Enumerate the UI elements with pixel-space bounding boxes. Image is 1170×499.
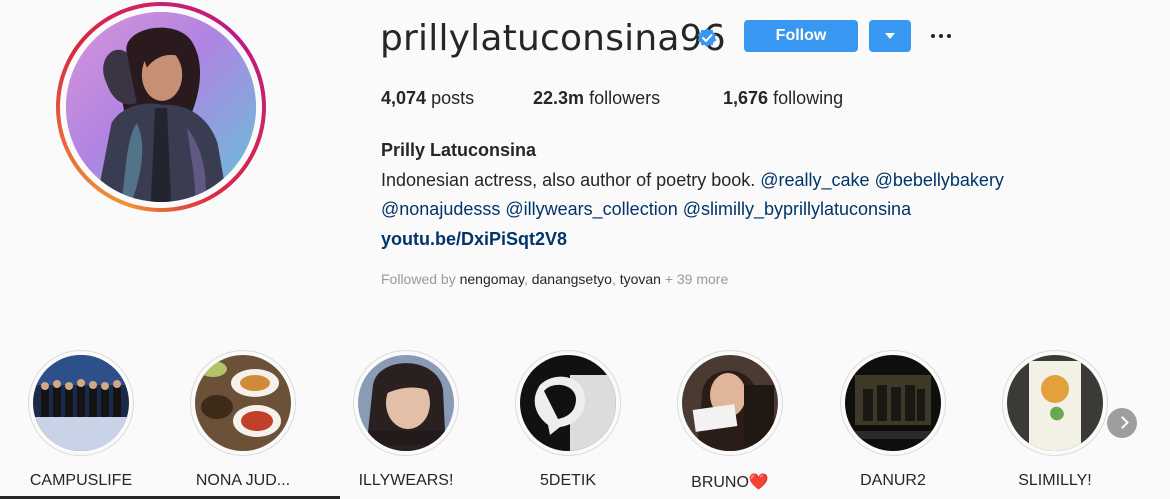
verified-badge-icon [697, 28, 717, 48]
highlight-thumbnail [845, 355, 941, 451]
highlight-ring [677, 350, 783, 456]
follower-link[interactable]: tyovan [620, 271, 661, 287]
heart-icon: ❤️ [748, 474, 769, 491]
mention-link[interactable]: @illywears_collection [505, 199, 677, 219]
highlight-label: ILLYWEARS! [358, 472, 454, 489]
profile-full-name: Prilly Latuconsina [381, 140, 537, 160]
mention-link[interactable]: @slimilly_byprillylatuconsina [683, 199, 911, 219]
follower-link[interactable]: nengomay [460, 271, 524, 287]
website-link[interactable]: youtu.be/DxiPiSqt2V8 [381, 229, 567, 250]
followers-number: 22.3m [533, 88, 585, 108]
mention-link[interactable]: @really_cake [760, 170, 869, 190]
highlight-thumbnail [33, 355, 129, 451]
highlight-ring [190, 350, 296, 456]
avatar-image [66, 12, 256, 202]
highlight-label: SLIMILLY! [1018, 472, 1092, 489]
mention-link[interactable]: @nonajudesss [381, 199, 500, 219]
highlight-label: DANUR2 [860, 472, 926, 489]
avatar-border [60, 6, 262, 208]
highlight-ring [353, 350, 459, 456]
highlight-label: 5DETIK [539, 472, 596, 489]
profile-avatar[interactable] [56, 2, 266, 212]
profile-username: prillylatuconsina96 [380, 18, 726, 59]
highlight-label: BRUNO❤️ [663, 472, 797, 492]
highlight-thumbnail [682, 355, 778, 451]
highlight-thumbnail [195, 355, 291, 451]
chevron-right-icon[interactable] [1107, 408, 1137, 438]
follow-button[interactable]: Follow [744, 20, 858, 52]
ellipsis-icon[interactable] [929, 24, 953, 48]
posts-count: 4,074 posts [381, 88, 474, 109]
mention-link[interactable]: @bebellybakery [875, 170, 1004, 190]
bio-text: Indonesian actress, also author of poetr… [381, 170, 756, 190]
highlight-label-text: BRUNO [691, 474, 749, 491]
dot [939, 34, 943, 38]
bio-line-2: @nonajudesss @illywears_collection @slim… [381, 199, 911, 220]
following-number: 1,676 [723, 88, 769, 108]
followed-by-prefix: Followed by [381, 271, 456, 287]
following-label: following [773, 88, 844, 108]
highlight-ring [515, 350, 621, 456]
following-link[interactable]: 1,676 following [723, 88, 843, 109]
bio-line-1: Indonesian actress, also author of poetr… [381, 170, 1004, 191]
followers-label: followers [589, 88, 661, 108]
highlight-ring [1002, 350, 1108, 456]
follower-link[interactable]: danangsetyo [532, 271, 612, 287]
highlight-label: CAMPUSLIFE [29, 472, 133, 489]
avatar-photo [66, 12, 256, 202]
highlight-ring [840, 350, 946, 456]
posts-number: 4,074 [381, 88, 427, 108]
dot [931, 34, 935, 38]
highlight-thumbnail [358, 355, 454, 451]
followed-by-more[interactable]: + 39 more [665, 271, 728, 287]
highlight-thumbnail [1007, 355, 1103, 451]
posts-label: posts [431, 88, 475, 108]
highlight-ring [28, 350, 134, 456]
suggested-dropdown-button[interactable] [869, 20, 911, 52]
highlight-label: NONA JUD... [195, 472, 291, 489]
followers-link[interactable]: 22.3m followers [533, 88, 660, 109]
followed-by[interactable]: Followed by nengomay, danangsetyo, tyova… [381, 271, 728, 287]
highlight-thumbnail [520, 355, 616, 451]
dot [947, 34, 951, 38]
